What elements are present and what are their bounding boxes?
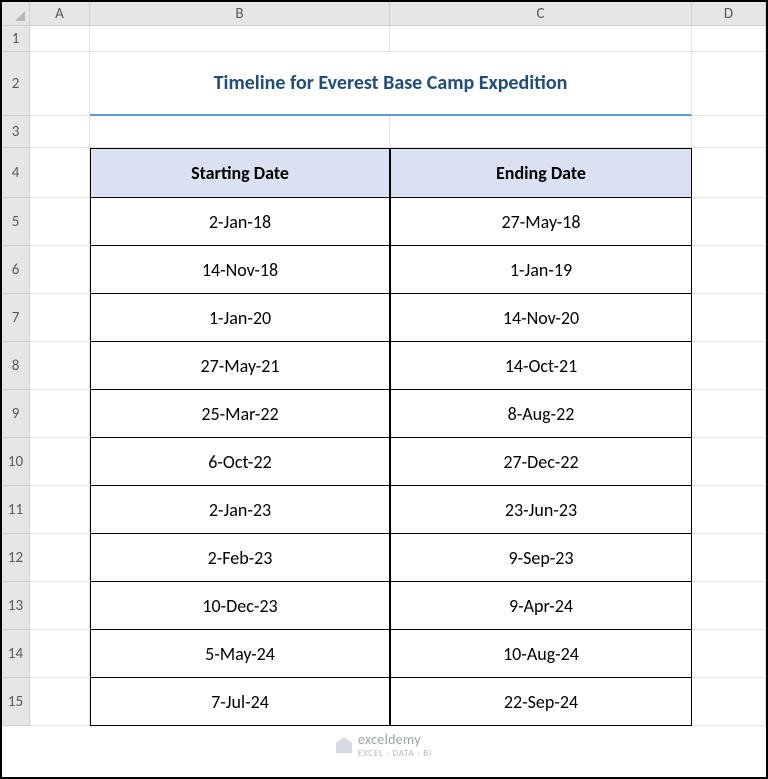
row-header-4[interactable]: 4 (2, 148, 30, 198)
row-header-2[interactable]: 2 (2, 52, 30, 116)
select-all-corner[interactable] (2, 2, 30, 26)
row-header-6[interactable]: 6 (2, 246, 30, 294)
watermark-tagline: EXCEL · DATA · BI (358, 748, 432, 759)
column-headers: ABCD (30, 2, 766, 26)
cell-A13[interactable] (30, 582, 90, 630)
cell-start-0[interactable]: 2-Jan-18 (90, 198, 390, 246)
row-header-13[interactable]: 13 (2, 582, 30, 630)
row-header-10[interactable]: 10 (2, 438, 30, 486)
cell-grid: Timeline for Everest Base Camp Expeditio… (30, 26, 766, 726)
cell-end-2[interactable]: 14-Nov-20 (390, 294, 692, 342)
cell-D10[interactable] (692, 438, 766, 486)
column-header-C[interactable]: C (390, 2, 692, 26)
cell-start-6[interactable]: 2-Jan-23 (90, 486, 390, 534)
cell-start-7[interactable]: 2-Feb-23 (90, 534, 390, 582)
row-header-15[interactable]: 15 (2, 678, 30, 726)
cell-D12[interactable] (692, 534, 766, 582)
cell-end-5[interactable]: 27-Dec-22 (390, 438, 692, 486)
cell-A14[interactable] (30, 630, 90, 678)
watermark: exceldemy EXCEL · DATA · BI (336, 731, 432, 759)
cell-A10[interactable] (30, 438, 90, 486)
cell-C1[interactable] (390, 26, 692, 52)
row-header-11[interactable]: 11 (2, 486, 30, 534)
watermark-logo-icon (336, 737, 352, 753)
cell-start-8[interactable]: 10-Dec-23 (90, 582, 390, 630)
cell-A5[interactable] (30, 198, 90, 246)
cell-end-4[interactable]: 8-Aug-22 (390, 390, 692, 438)
cell-start-9[interactable]: 5-May-24 (90, 630, 390, 678)
cell-start-5[interactable]: 6-Oct-22 (90, 438, 390, 486)
cell-D14[interactable] (692, 630, 766, 678)
cell-A1[interactable] (30, 26, 90, 52)
column-header-D[interactable]: D (692, 2, 766, 26)
cell-D6[interactable] (692, 246, 766, 294)
cell-A7[interactable] (30, 294, 90, 342)
cell-D15[interactable] (692, 678, 766, 726)
cell-end-1[interactable]: 1-Jan-19 (390, 246, 692, 294)
cell-A12[interactable] (30, 534, 90, 582)
row-header-9[interactable]: 9 (2, 390, 30, 438)
cell-D9[interactable] (692, 390, 766, 438)
cell-A2[interactable] (30, 52, 90, 116)
page-title[interactable]: Timeline for Everest Base Camp Expeditio… (90, 52, 692, 116)
cell-end-10[interactable]: 22-Sep-24 (390, 678, 692, 726)
cell-end-9[interactable]: 10-Aug-24 (390, 630, 692, 678)
cell-end-6[interactable]: 23-Jun-23 (390, 486, 692, 534)
table-header-start[interactable]: Starting Date (90, 148, 390, 198)
row-header-14[interactable]: 14 (2, 630, 30, 678)
cell-end-7[interactable]: 9-Sep-23 (390, 534, 692, 582)
cell-start-10[interactable]: 7-Jul-24 (90, 678, 390, 726)
row-header-12[interactable]: 12 (2, 534, 30, 582)
cell-end-8[interactable]: 9-Apr-24 (390, 582, 692, 630)
cell-D8[interactable] (692, 342, 766, 390)
cell-A6[interactable] (30, 246, 90, 294)
cell-end-3[interactable]: 14-Oct-21 (390, 342, 692, 390)
cell-start-4[interactable]: 25-Mar-22 (90, 390, 390, 438)
cell-D4[interactable] (692, 148, 766, 198)
cell-D2[interactable] (692, 52, 766, 116)
cell-A8[interactable] (30, 342, 90, 390)
cell-D5[interactable] (692, 198, 766, 246)
watermark-brand: exceldemy (358, 731, 421, 748)
column-header-A[interactable]: A (30, 2, 90, 26)
cell-A4[interactable] (30, 148, 90, 198)
cell-A15[interactable] (30, 678, 90, 726)
row-header-3[interactable]: 3 (2, 116, 30, 148)
cell-C3[interactable] (390, 116, 692, 148)
cell-D7[interactable] (692, 294, 766, 342)
cell-start-3[interactable]: 27-May-21 (90, 342, 390, 390)
row-header-1[interactable]: 1 (2, 26, 30, 52)
cell-end-0[interactable]: 27-May-18 (390, 198, 692, 246)
row-header-8[interactable]: 8 (2, 342, 30, 390)
row-header-7[interactable]: 7 (2, 294, 30, 342)
cell-D1[interactable] (692, 26, 766, 52)
cell-D3[interactable] (692, 116, 766, 148)
row-header-5[interactable]: 5 (2, 198, 30, 246)
row-headers: 123456789101112131415 (2, 26, 30, 726)
cell-start-1[interactable]: 14-Nov-18 (90, 246, 390, 294)
cell-B1[interactable] (90, 26, 390, 52)
cell-D11[interactable] (692, 486, 766, 534)
cell-D13[interactable] (692, 582, 766, 630)
cell-start-2[interactable]: 1-Jan-20 (90, 294, 390, 342)
table-header-end[interactable]: Ending Date (390, 148, 692, 198)
spreadsheet-view: ABCD 123456789101112131415 Timeline for … (0, 0, 768, 779)
cell-A3[interactable] (30, 116, 90, 148)
cell-A9[interactable] (30, 390, 90, 438)
cell-A11[interactable] (30, 486, 90, 534)
column-header-B[interactable]: B (90, 2, 390, 26)
cell-B3[interactable] (90, 116, 390, 148)
